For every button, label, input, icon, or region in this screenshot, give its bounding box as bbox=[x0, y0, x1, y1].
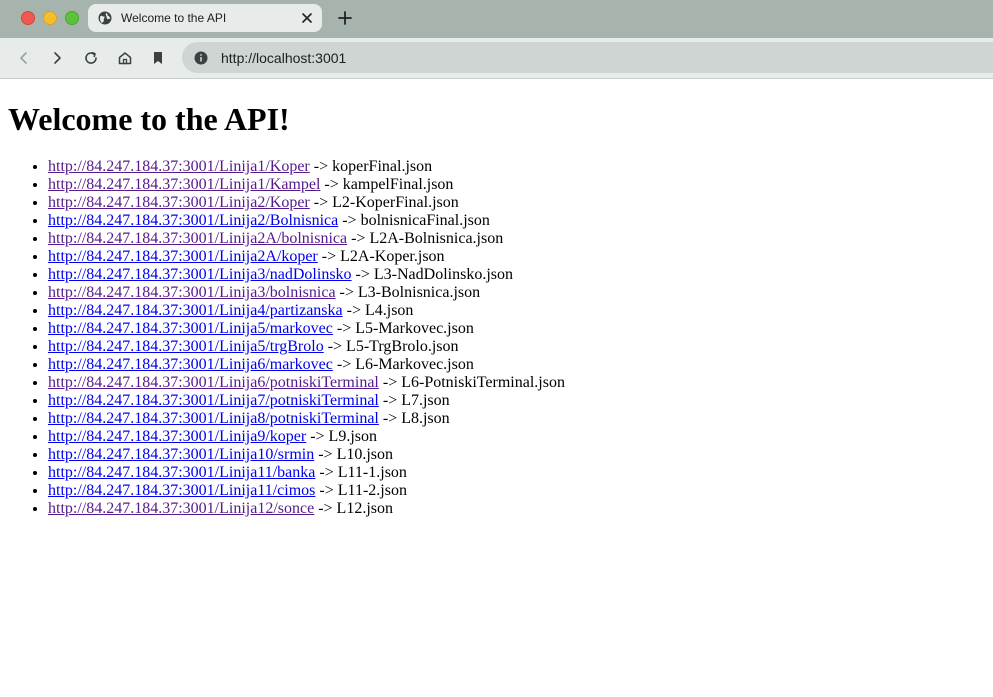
route-link[interactable]: http://84.247.184.37:3001/Linija10/srmin bbox=[48, 446, 314, 463]
route-file-label: -> L7.json bbox=[378, 392, 450, 409]
route-file-label: -> L3-NadDolinsko.json bbox=[351, 266, 513, 283]
route-link[interactable]: http://84.247.184.37:3001/Linija1/Kampel bbox=[48, 176, 320, 193]
route-file-label: -> L2A-Bolnisnica.json bbox=[347, 230, 504, 247]
route-link[interactable]: http://84.247.184.37:3001/Linija6/markov… bbox=[48, 356, 333, 373]
list-item: http://84.247.184.37:3001/Linija4/partiz… bbox=[48, 302, 565, 320]
route-link[interactable]: http://84.247.184.37:3001/Linija8/potnis… bbox=[48, 410, 379, 427]
toolbar: http://localhost:3001 bbox=[0, 38, 993, 79]
route-file-label: -> L2A-Koper.json bbox=[317, 248, 445, 265]
route-link[interactable]: http://84.247.184.37:3001/Linija2A/koper bbox=[48, 248, 318, 265]
list-item: http://84.247.184.37:3001/Linija3/bolnis… bbox=[48, 284, 565, 302]
list-item: http://84.247.184.37:3001/Linija3/nadDol… bbox=[48, 266, 565, 284]
tab-strip: Welcome to the API bbox=[0, 0, 993, 38]
route-link[interactable]: http://84.247.184.37:3001/Linija2A/bolni… bbox=[48, 230, 347, 247]
route-file-label: -> L11-2.json bbox=[315, 482, 407, 499]
list-item: http://84.247.184.37:3001/Linija2/Koper … bbox=[48, 194, 565, 212]
route-link[interactable]: http://84.247.184.37:3001/Linija9/koper bbox=[48, 428, 306, 445]
route-link[interactable]: http://84.247.184.37:3001/Linija11/banka bbox=[48, 464, 315, 481]
list-item: http://84.247.184.37:3001/Linija2/Bolnis… bbox=[48, 212, 565, 230]
route-link[interactable]: http://84.247.184.37:3001/Linija3/nadDol… bbox=[48, 266, 352, 283]
route-file-label: -> koperFinal.json bbox=[309, 158, 433, 175]
list-item: http://84.247.184.37:3001/Linija1/Koper … bbox=[48, 158, 565, 176]
list-item: http://84.247.184.37:3001/Linija11/banka… bbox=[48, 464, 565, 482]
route-file-label: -> L3-Bolnisnica.json bbox=[335, 284, 481, 301]
route-file-label: -> L6-PotniskiTerminal.json bbox=[378, 374, 565, 391]
route-file-label: -> L8.json bbox=[378, 410, 450, 427]
route-link[interactable]: http://84.247.184.37:3001/Linija3/bolnis… bbox=[48, 284, 336, 301]
list-item: http://84.247.184.37:3001/Linija12/sonce… bbox=[48, 500, 565, 518]
list-item: http://84.247.184.37:3001/Linija7/potnis… bbox=[48, 392, 565, 410]
tab-active[interactable]: Welcome to the API bbox=[88, 4, 322, 32]
list-item: http://84.247.184.37:3001/Linija11/cimos… bbox=[48, 482, 565, 500]
list-item: http://84.247.184.37:3001/Linija1/Kampel… bbox=[48, 176, 565, 194]
list-item: http://84.247.184.37:3001/Linija10/srmin… bbox=[48, 446, 565, 464]
list-item: http://84.247.184.37:3001/Linija5/trgBro… bbox=[48, 338, 565, 356]
home-button[interactable] bbox=[114, 47, 136, 69]
route-link[interactable]: http://84.247.184.37:3001/Linija11/cimos bbox=[48, 482, 315, 499]
list-item: http://84.247.184.37:3001/Linija2A/koper… bbox=[48, 248, 565, 266]
address-bar[interactable]: http://localhost:3001 bbox=[182, 42, 993, 73]
globe-icon bbox=[97, 10, 113, 26]
route-link[interactable]: http://84.247.184.37:3001/Linija4/partiz… bbox=[48, 302, 343, 319]
route-file-label: -> L5-TrgBrolo.json bbox=[323, 338, 459, 355]
list-item: http://84.247.184.37:3001/Linija9/koper … bbox=[48, 428, 565, 446]
back-button[interactable] bbox=[13, 47, 35, 69]
route-link[interactable]: http://84.247.184.37:3001/Linija12/sonce bbox=[48, 500, 314, 517]
list-item: http://84.247.184.37:3001/Linija6/potnis… bbox=[48, 374, 565, 392]
route-link[interactable]: http://84.247.184.37:3001/Linija5/trgBro… bbox=[48, 338, 324, 355]
route-link[interactable]: http://84.247.184.37:3001/Linija5/markov… bbox=[48, 320, 333, 337]
route-link[interactable]: http://84.247.184.37:3001/Linija1/Koper bbox=[48, 158, 310, 175]
route-file-label: -> L11-1.json bbox=[315, 464, 407, 481]
page-content: Welcome to the API! http://84.247.184.37… bbox=[0, 79, 993, 697]
close-window-button[interactable] bbox=[21, 11, 35, 25]
route-file-label: -> kampelFinal.json bbox=[320, 176, 454, 193]
route-link[interactable]: http://84.247.184.37:3001/Linija7/potnis… bbox=[48, 392, 379, 409]
route-list: http://84.247.184.37:3001/Linija1/Koper … bbox=[0, 158, 565, 518]
route-file-label: -> bolnisnicaFinal.json bbox=[338, 212, 490, 229]
route-file-label: -> L6-Markovec.json bbox=[332, 356, 474, 373]
route-file-label: -> L5-Markovec.json bbox=[332, 320, 474, 337]
url-text[interactable]: http://localhost:3001 bbox=[221, 50, 346, 66]
route-link[interactable]: http://84.247.184.37:3001/Linija2/Koper bbox=[48, 194, 310, 211]
list-item: http://84.247.184.37:3001/Linija2A/bolni… bbox=[48, 230, 565, 248]
route-file-label: -> L10.json bbox=[314, 446, 394, 463]
tab-title: Welcome to the API bbox=[121, 11, 227, 25]
new-tab-button[interactable] bbox=[335, 8, 355, 28]
route-file-label: -> L12.json bbox=[314, 500, 393, 517]
minimize-window-button[interactable] bbox=[43, 11, 57, 25]
browser-window: Welcome to the API http://localhost:3001… bbox=[0, 0, 993, 697]
list-item: http://84.247.184.37:3001/Linija8/potnis… bbox=[48, 410, 565, 428]
bookmark-icon[interactable] bbox=[147, 47, 169, 69]
list-item: http://84.247.184.37:3001/Linija6/markov… bbox=[48, 356, 565, 374]
route-file-label: -> L9.json bbox=[306, 428, 377, 445]
list-item: http://84.247.184.37:3001/Linija5/markov… bbox=[48, 320, 565, 338]
route-link[interactable]: http://84.247.184.37:3001/Linija6/potnis… bbox=[48, 374, 379, 391]
reload-button[interactable] bbox=[80, 47, 102, 69]
site-info-icon[interactable] bbox=[193, 50, 208, 65]
forward-button[interactable] bbox=[46, 47, 68, 69]
maximize-window-button[interactable] bbox=[65, 11, 79, 25]
page-title: Welcome to the API! bbox=[8, 101, 290, 137]
route-file-label: -> L4.json bbox=[342, 302, 414, 319]
window-controls bbox=[21, 11, 79, 25]
route-file-label: -> L2-KoperFinal.json bbox=[309, 194, 459, 211]
route-link[interactable]: http://84.247.184.37:3001/Linija2/Bolnis… bbox=[48, 212, 338, 229]
close-tab-icon[interactable] bbox=[299, 10, 315, 26]
